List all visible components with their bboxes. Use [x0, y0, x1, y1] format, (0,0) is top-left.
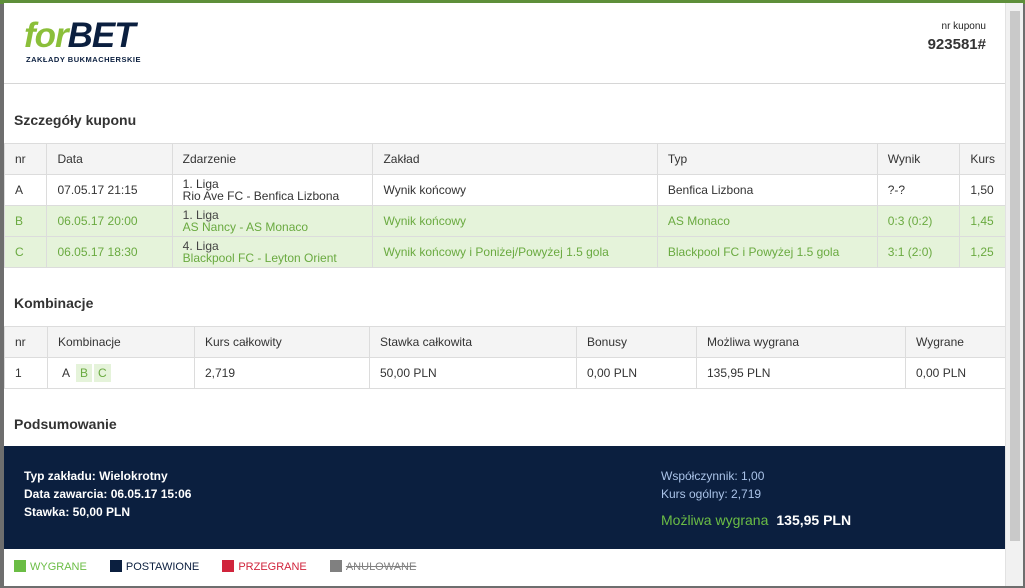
- coupon-number: 923581#: [927, 36, 986, 53]
- legend-placed: POSTAWIONE: [109, 560, 199, 573]
- forbet-logo: forBET ZAKŁADY BUKMACHERSKIE: [24, 16, 141, 64]
- summary-panel: Typ zakładu: Wielokrotny Data zawarcia: …: [4, 446, 1006, 549]
- scrollbar-thumb[interactable]: [1010, 11, 1020, 541]
- col-event: Zdarzenie: [171, 143, 374, 175]
- row-nr: A: [4, 174, 48, 206]
- row-match: AS Nancy - AS Monaco: [182, 220, 309, 234]
- combinations-table: nr Kombinacje Kurs całkowity Stawka całk…: [4, 326, 1006, 389]
- legend-cancelled: ANULOWANE: [329, 560, 416, 573]
- combo-cell: ABC: [47, 357, 195, 389]
- legend-placed-swatch: [109, 560, 122, 572]
- possible-win-value: 135,95 PLN: [776, 512, 852, 528]
- row-date: 06.05.17 20:00: [46, 205, 173, 237]
- col-bet: Zakład: [372, 143, 658, 175]
- summary-bet-type: Typ zakładu: Wielokrotny: [24, 469, 168, 483]
- row-bet: Wynik końcowy i Poniżej/Powyżej 1.5 gola: [372, 236, 658, 268]
- row-odds: 1,50: [959, 174, 1006, 206]
- possible-win-label: Możliwa wygrana: [661, 512, 769, 528]
- summary-stake: Stawka: 50,00 PLN: [24, 505, 131, 519]
- table-row[interactable]: C 06.05.17 18:30 4. Liga Blackpool FC - L…: [4, 236, 1006, 268]
- row-date: 06.05.17 18:30: [46, 236, 173, 268]
- combo-item: A: [62, 366, 71, 380]
- combinations-header-row: nr Kombinacje Kurs całkowity Stawka całk…: [4, 326, 1006, 358]
- status-legend: WYGRANE POSTAWIONE PRZEGRANE ANULOWANE: [14, 560, 436, 573]
- legend-won-swatch: [14, 560, 26, 572]
- coupon-number-label: nr kuponu: [941, 21, 986, 32]
- row-event: 1. Liga Rio Ave FC - Benfica Lizbona: [171, 174, 374, 206]
- legend-lost-swatch: [222, 560, 235, 572]
- row-match: Rio Ave FC - Benfica Lizbona: [182, 189, 340, 203]
- col-bonus: Bonusy: [576, 326, 697, 358]
- row-nr: C: [4, 236, 48, 268]
- col-result: Wynik: [876, 143, 961, 175]
- coupon-modal: forBET ZAKŁADY BUKMACHERSKIE nr kuponu 9…: [4, 3, 1023, 586]
- combo-item: C: [94, 364, 111, 382]
- combo-nr: 1: [4, 357, 48, 389]
- combo-possible-win: 135,95 PLN: [696, 357, 906, 389]
- row-type: Benfica Lizbona: [656, 174, 878, 206]
- combo-won: 0,00 PLN: [905, 357, 1006, 389]
- col-nr: nr: [4, 326, 48, 358]
- col-type: Typ: [656, 143, 878, 175]
- summary-date: Data zawarcia: 06.05.17 15:06: [24, 487, 192, 501]
- row-result: 3:1 (2:0): [876, 236, 961, 268]
- table-row[interactable]: A 07.05.17 21:15 1. Liga Rio Ave FC - Ben…: [4, 174, 1006, 206]
- combo-bonus: 0,00 PLN: [576, 357, 697, 389]
- row-match: Blackpool FC - Leyton Orient: [182, 251, 337, 265]
- col-possible-win: Możliwa wygrana: [696, 326, 906, 358]
- legend-lost: PRZEGRANE: [222, 560, 307, 573]
- row-type: Blackpool FC i Powyżej 1.5 gola: [656, 236, 878, 268]
- col-won: Wygrane: [905, 326, 1006, 358]
- col-nr: nr: [4, 143, 48, 175]
- row-odds: 1,45: [959, 205, 1006, 237]
- details-header-row: nr Data Zdarzenie Zakład Typ Wynik Kurs: [4, 143, 1006, 175]
- summary-possible-win: Możliwa wygrana 135,95 PLN: [661, 512, 851, 528]
- row-event: 1. Liga AS Nancy - AS Monaco: [171, 205, 374, 237]
- col-odds: Kurs: [959, 143, 1006, 175]
- col-combination: Kombinacje: [47, 326, 195, 358]
- summary-left: Typ zakładu: Wielokrotny Data zawarcia: …: [24, 467, 191, 521]
- summary-coefficient: Współczynnik: 1,00: [661, 469, 765, 483]
- legend-cancelled-swatch: [329, 560, 342, 572]
- combo-item: B: [76, 364, 93, 382]
- row-event: 4. Liga Blackpool FC - Leyton Orient: [171, 236, 374, 268]
- combo-total-stake: 50,00 PLN: [369, 357, 577, 389]
- modal-scrollbar[interactable]: [1005, 3, 1023, 586]
- col-total-stake: Stawka całkowita: [369, 326, 577, 358]
- modal-header: forBET ZAKŁADY BUKMACHERSKIE nr kuponu 9…: [4, 3, 1006, 84]
- col-total-odds: Kurs całkowity: [194, 326, 370, 358]
- row-date: 07.05.17 21:15: [46, 174, 173, 206]
- row-result: ?-?: [876, 174, 961, 206]
- combo-total-odds: 2,719: [194, 357, 370, 389]
- row-type: AS Monaco: [656, 205, 878, 237]
- row-result: 0:3 (0:2): [876, 205, 961, 237]
- col-date: Data: [46, 143, 173, 175]
- table-row[interactable]: B 06.05.17 20:00 1. Liga AS Nancy - AS Mo…: [4, 205, 1006, 237]
- coupon-number-block: nr kuponu 923581#: [928, 21, 986, 53]
- details-title: Szczegóły kuponu: [14, 112, 137, 128]
- summary-title: Podsumowanie: [14, 416, 117, 432]
- row-odds: 1,25: [959, 236, 1006, 268]
- row-bet: Wynik końcowy: [372, 205, 658, 237]
- details-table: nr Data Zdarzenie Zakład Typ Wynik Kurs …: [4, 143, 1006, 268]
- legend-won: WYGRANE: [14, 560, 87, 573]
- table-row[interactable]: 1 ABC 2,719 50,00 PLN 0,00 PLN 135,95 PL…: [4, 357, 1006, 389]
- row-nr: B: [4, 205, 48, 237]
- row-bet: Wynik końcowy: [372, 174, 658, 206]
- combinations-title: Kombinacje: [14, 295, 94, 311]
- summary-right: Współczynnik: 1,00 Kurs ogólny: 2,719: [661, 467, 764, 503]
- summary-total-odds: Kurs ogólny: 2,719: [661, 487, 762, 501]
